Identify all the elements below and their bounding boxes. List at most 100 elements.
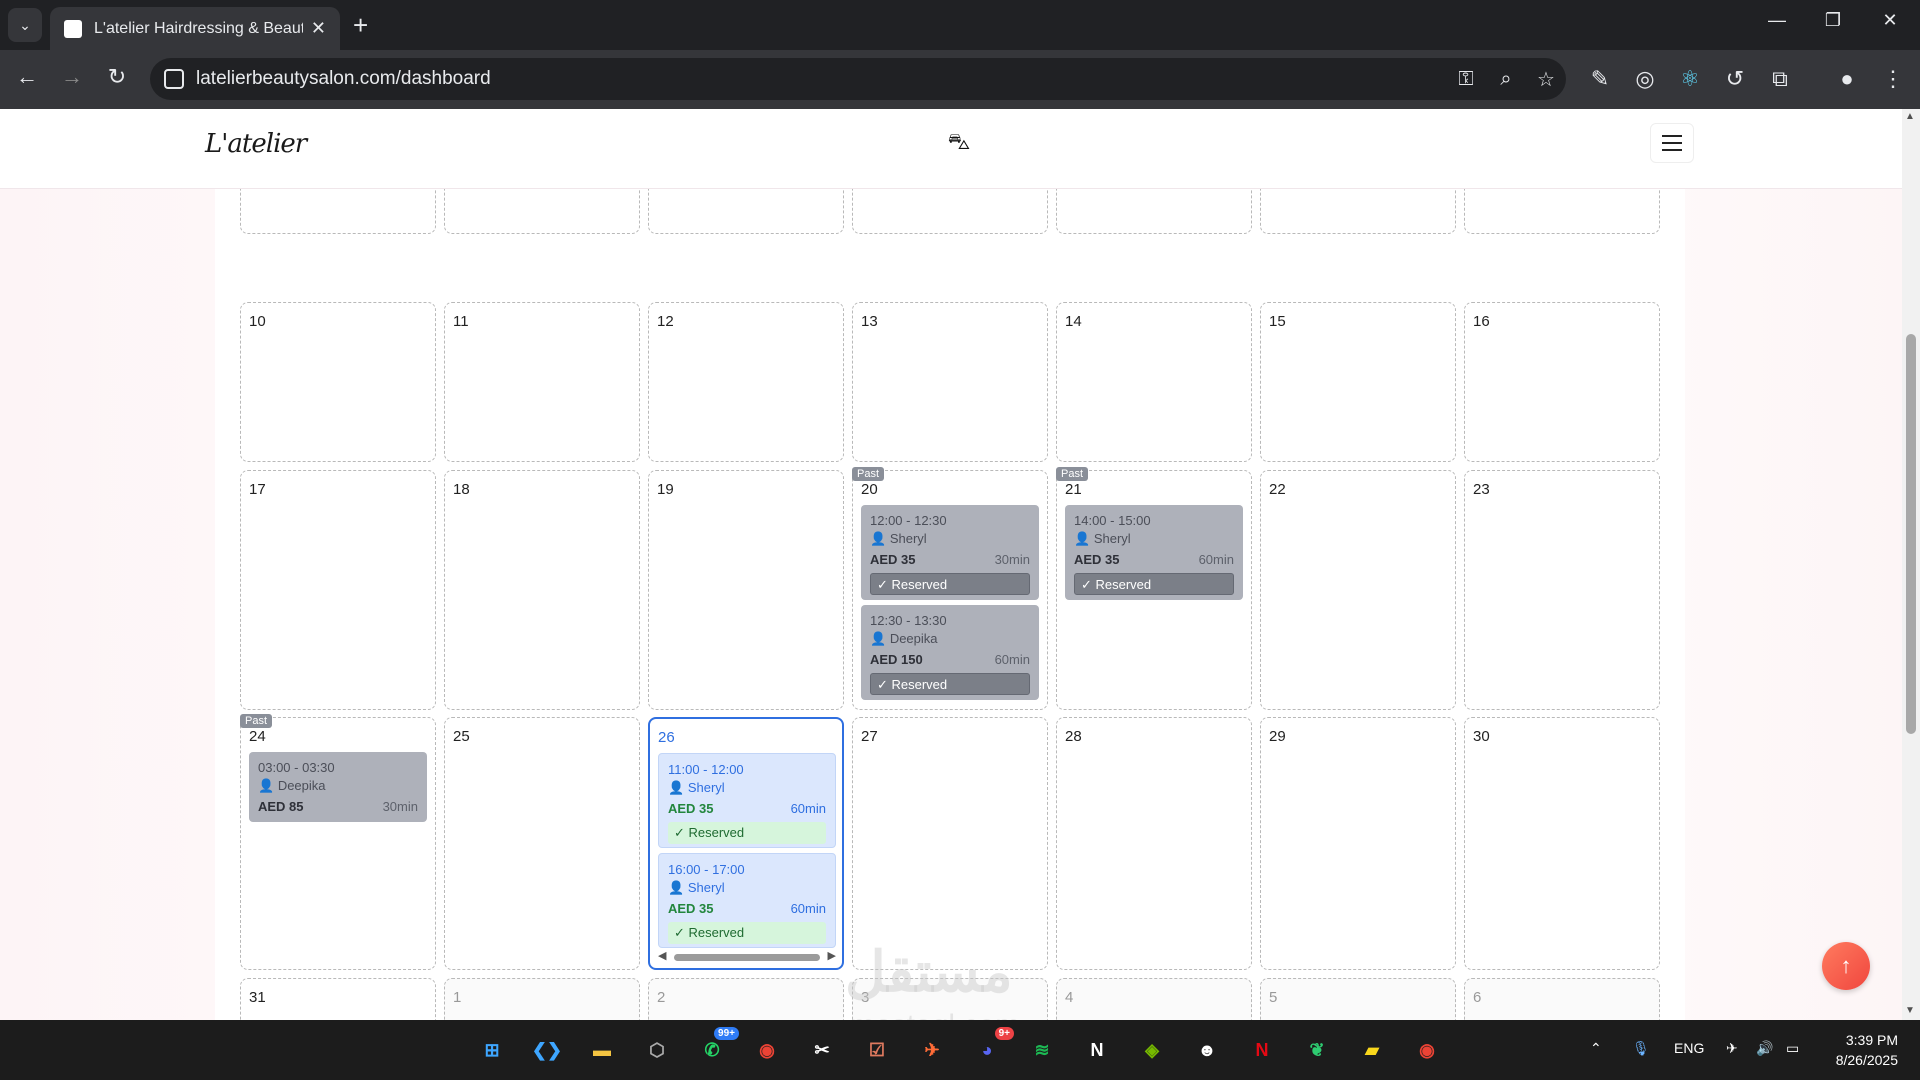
scroll-thumb[interactable] <box>674 954 820 961</box>
shopping-bag-icon[interactable]: ⛍ <box>946 129 972 155</box>
url-text[interactable]: latelierbeautysalon.com/dashboard <box>196 68 1446 90</box>
past-badge: Past <box>852 467 885 481</box>
calendar-day-cell[interactable]: 1 <box>444 978 640 1020</box>
whatsapp-icon[interactable]: ✆ 99+ <box>695 1027 739 1067</box>
calendar-day-number: 16 <box>1473 313 1490 330</box>
page-scrollbar[interactable]: ▲ ▼ <box>1902 109 1920 1020</box>
battery-icon[interactable]: ▭ <box>1786 1040 1799 1057</box>
windows-taskbar: ⊞ ❮❯ ▬ ⬡ ✆ 99+ ◉ ✂ ☑ ✈ ◕ 9+ ≋ N ◈ ☻ N ❦ ▰ … <box>0 1020 1920 1080</box>
discord-icon[interactable]: ◕ 9+ <box>970 1027 1014 1067</box>
appointment-card[interactable]: 11:00 - 12:00 👤 Sheryl AED 35 60min ✓ Reserv… <box>658 753 836 848</box>
new-tab-icon[interactable]: + <box>353 10 368 41</box>
chrome-icon[interactable]: ◉ <box>750 1033 784 1067</box>
calendar-day-cell[interactable]: 26 11:00 - 12:00 👤 Sheryl AED 35 60min ✓ Rese… <box>648 717 844 970</box>
airplane-icon[interactable]: ✈ <box>1726 1040 1738 1057</box>
calendar-day-cell[interactable]: 13 <box>852 302 1048 462</box>
address-bar[interactable]: latelierbeautysalon.com/dashboard ⚿ ⌕ ☆ <box>150 58 1566 100</box>
reload-icon[interactable]: ↻ <box>102 64 132 90</box>
calendar-day-cell[interactable]: 30 <box>1464 717 1660 970</box>
eyedropper-extension-icon[interactable]: ✎ <box>1585 66 1615 92</box>
vscode-icon[interactable]: ❮❯ <box>530 1033 564 1067</box>
tab-search-button[interactable]: ⌄ <box>8 8 42 42</box>
person-icon: 👤 <box>1074 531 1094 546</box>
calendar-day-cell[interactable]: 22 <box>1260 470 1456 710</box>
notion-icon[interactable]: N <box>1080 1033 1114 1067</box>
calendar-day-cell[interactable]: 28 <box>1056 717 1252 970</box>
calendar-day-cell[interactable]: 18 <box>444 470 640 710</box>
calendar-day-cell[interactable]: 2 <box>648 978 844 1020</box>
calendar-day-cell[interactable]: 23 <box>1464 470 1660 710</box>
calendar-day-cell[interactable]: 14 <box>1056 302 1252 462</box>
calendar-day-number: 6 <box>1473 989 1482 1006</box>
calendar-day-cell[interactable]: 24 Past 03:00 - 03:30 👤 Deepika AED 85 30min <box>240 714 436 970</box>
extensions-puzzle-icon[interactable]: ⧉ <box>1765 66 1795 92</box>
browser-menu-icon[interactable]: ⋮ <box>1878 66 1908 92</box>
calendar-day-number: 13 <box>861 313 878 330</box>
app-cube-icon[interactable]: ⬡ <box>640 1033 674 1067</box>
day-horizontal-scrollbar[interactable]: ◀ ▶ <box>658 949 836 962</box>
scroll-down-arrow-icon[interactable]: ▼ <box>1905 1005 1915 1016</box>
microphone-icon[interactable]: 🎙 <box>1632 1040 1650 1057</box>
postman-icon[interactable]: ✈ <box>915 1033 949 1067</box>
calendar-day-cell[interactable]: 16 <box>1464 302 1660 462</box>
hamburger-menu-button[interactable] <box>1650 123 1694 163</box>
calendar-day-cell[interactable]: 15 <box>1260 302 1456 462</box>
calendar-day-cell[interactable]: 25 <box>444 717 640 970</box>
scroll-left-icon[interactable]: ◀ <box>658 949 666 962</box>
close-window-icon[interactable]: ✕ <box>1870 10 1910 31</box>
sync-extension-icon[interactable]: ↺ <box>1720 66 1750 92</box>
password-key-icon[interactable]: ⚿ <box>1446 68 1486 91</box>
forward-icon[interactable]: → <box>57 64 87 90</box>
calendar-day-cell[interactable]: 27 <box>852 717 1048 970</box>
site-logo[interactable]: L'atelier <box>205 129 307 159</box>
scroll-right-icon[interactable]: ▶ <box>828 949 836 962</box>
browser-tab[interactable]: L'atelier Hairdressing & Beauty ✕ <box>50 7 340 50</box>
windows-start-icon[interactable]: ⊞ <box>475 1033 509 1067</box>
tray-chevron-icon[interactable]: ⌃ <box>1590 1040 1602 1057</box>
calendar-day-cell[interactable]: 5 <box>1260 978 1456 1020</box>
calendar-day-cell[interactable]: 12 <box>648 302 844 462</box>
minimize-icon[interactable]: — <box>1757 10 1797 31</box>
calendar-day-cell[interactable]: 29 <box>1260 717 1456 970</box>
appointment-card[interactable]: 16:00 - 17:00 👤 Sheryl AED 35 60min ✓ Reserv… <box>658 853 836 948</box>
capcut-icon[interactable]: ✂ <box>805 1033 839 1067</box>
nvidia-icon[interactable]: ◈ <box>1135 1033 1169 1067</box>
profile-avatar[interactable]: ● <box>1832 66 1862 92</box>
zoom-icon[interactable]: ⌕ <box>1486 68 1526 91</box>
appointment-price: AED 150 <box>870 652 923 667</box>
appointment-card[interactable]: 03:00 - 03:30 👤 Deepika AED 85 30min <box>249 752 427 822</box>
scroll-to-top-button[interactable]: ↑ <box>1822 942 1870 990</box>
language-indicator[interactable]: ENG <box>1674 1040 1704 1056</box>
leaf-app-icon[interactable]: ❦ <box>1300 1033 1334 1067</box>
calendar-day-cell[interactable]: 19 <box>648 470 844 710</box>
calendar-day-cell[interactable]: 31 <box>240 978 436 1020</box>
system-clock[interactable]: 3:39 PM 8/26/2025 <box>1818 1030 1898 1070</box>
bookmark-star-icon[interactable]: ☆ <box>1526 67 1566 92</box>
target-extension-icon[interactable]: ◎ <box>1630 66 1660 92</box>
back-icon[interactable]: ← <box>12 64 42 90</box>
spotify-icon[interactable]: ≋ <box>1025 1033 1059 1067</box>
restore-icon[interactable]: ❐ <box>1813 10 1853 31</box>
appointment-card[interactable]: 12:00 - 12:30 👤 Sheryl AED 35 30min ✓ Reserv… <box>861 505 1039 600</box>
netflix-icon[interactable]: N <box>1245 1033 1279 1067</box>
site-info-icon[interactable] <box>164 69 184 89</box>
cat-app-icon[interactable]: ☻ <box>1190 1033 1224 1067</box>
file-explorer-icon[interactable]: ▬ <box>585 1033 619 1067</box>
react-devtools-icon[interactable]: ⚛ <box>1675 66 1705 92</box>
close-tab-icon[interactable]: ✕ <box>311 18 326 39</box>
appointment-card[interactable]: 14:00 - 15:00 👤 Sheryl AED 35 60min ✓ Reserv… <box>1065 505 1243 600</box>
scroll-thumb[interactable] <box>1906 334 1916 734</box>
calendar-day-cell[interactable]: 21 Past 14:00 - 15:00 👤 Sheryl AED 35 60min ✓ … <box>1056 467 1252 710</box>
calendar-day-cell[interactable]: 20 Past 12:00 - 12:30 👤 Sheryl AED 35 30min ✓ … <box>852 467 1048 710</box>
scroll-up-arrow-icon[interactable]: ▲ <box>1905 111 1915 122</box>
todo-icon[interactable]: ☑ <box>860 1033 894 1067</box>
calendar-day-cell[interactable]: 17 <box>240 470 436 710</box>
calendar-day-cell[interactable]: 4 <box>1056 978 1252 1020</box>
calendar-day-cell[interactable]: 11 <box>444 302 640 462</box>
volume-icon[interactable]: 🔊 <box>1756 1040 1773 1057</box>
chrome-active-icon[interactable]: ◉ <box>1410 1033 1444 1067</box>
calendar-day-cell[interactable]: 10 <box>240 302 436 462</box>
sticky-notes-icon[interactable]: ▰ <box>1355 1033 1389 1067</box>
calendar-day-cell[interactable]: 6 <box>1464 978 1660 1020</box>
appointment-card[interactable]: 12:30 - 13:30 👤 Deepika AED 150 60min ✓ Rese… <box>861 605 1039 700</box>
